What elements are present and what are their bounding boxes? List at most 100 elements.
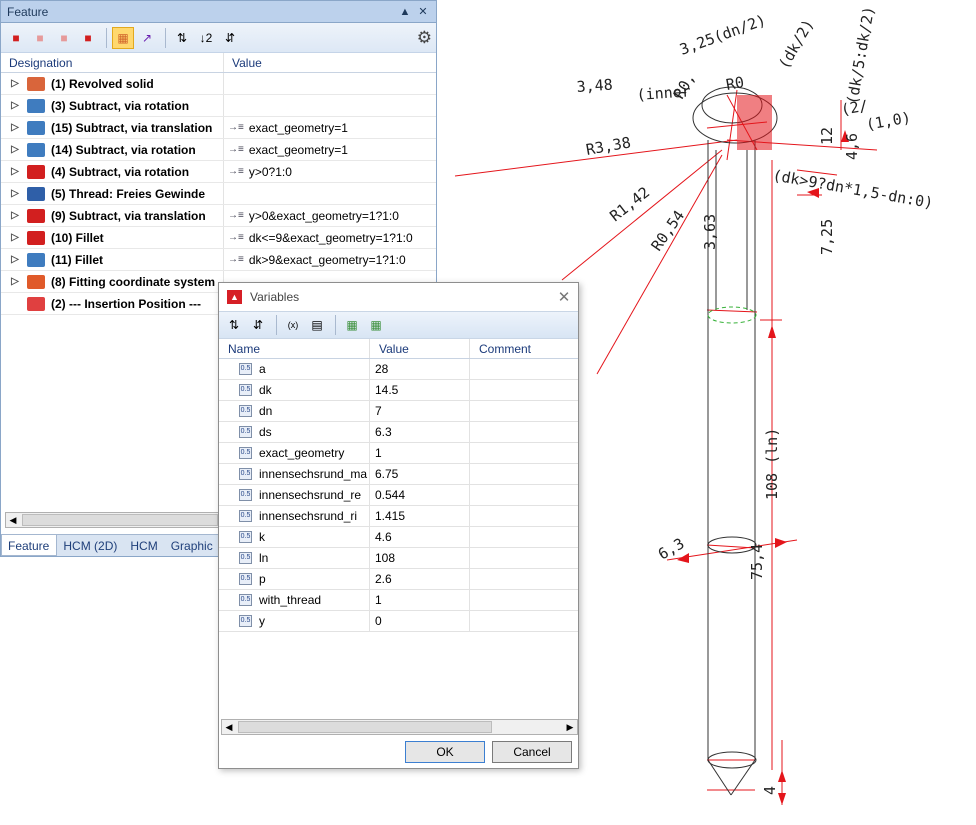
feature-value: exact_geometry=1 [248, 142, 348, 157]
pin-icon[interactable]: ▲ [398, 6, 412, 18]
expand-icon[interactable]: ▷ [7, 78, 23, 89]
formula-icon[interactable]: (x) [282, 314, 304, 336]
variable-value[interactable]: 1.415 [370, 506, 470, 526]
gear-icon[interactable]: ⚙ [417, 28, 432, 48]
close-icon[interactable]: ✕ [550, 288, 578, 306]
feature-row[interactable]: ▷ (4) Subtract, via rotation →≡ y>0?1:0 [1, 161, 436, 183]
expand-icon[interactable]: ▷ [7, 254, 23, 265]
label-dk-condition: (dk>9?dn*1,5-dn:0) [771, 166, 934, 212]
variable-value[interactable]: 28 [370, 359, 470, 379]
value-header[interactable]: Value [370, 339, 470, 358]
close-icon[interactable]: ✕ [416, 5, 430, 18]
feature-row[interactable]: ▷ (9) Subtract, via translation →≡ y>0&exac… [1, 205, 436, 227]
scroll-thumb[interactable] [22, 514, 218, 526]
sort-up-icon[interactable]: ⇅ [171, 27, 193, 49]
feature-row[interactable]: ▷ (15) Subtract, via translation →≡ exact_g… [1, 117, 436, 139]
feature-horizontal-scrollbar[interactable]: ◀ [5, 512, 221, 528]
tab-hcm-2d[interactable]: HCM (2D) [57, 535, 124, 556]
variable-row[interactable]: 0.5 innensechsrund_ma 6.75 [219, 464, 578, 485]
variable-row[interactable]: 0.5 p 2.6 [219, 569, 578, 590]
expand-icon[interactable]: ▷ [7, 144, 23, 155]
feature-label: (15) Subtract, via translation [51, 120, 213, 135]
variable-value[interactable]: 1 [370, 443, 470, 463]
insert-before-icon[interactable]: ■ [53, 27, 75, 49]
variable-row[interactable]: 0.5 with_thread 1 [219, 590, 578, 611]
insert-feature-icon[interactable]: ■ [29, 27, 51, 49]
expand-icon[interactable]: ▷ [7, 276, 23, 287]
tab-hcm[interactable]: HCM [124, 535, 164, 556]
variable-row[interactable]: 0.5 innensechsrund_re 0.544 [219, 485, 578, 506]
comment-header[interactable]: Comment [470, 339, 578, 358]
variable-row[interactable]: 0.5 k 4.6 [219, 527, 578, 548]
variable-value[interactable]: 6.3 [370, 422, 470, 442]
scroll-right-icon[interactable]: ▶ [563, 720, 577, 734]
expand-icon[interactable]: ▷ [7, 122, 23, 133]
variables-horizontal-scrollbar[interactable]: ◀ ▶ [221, 719, 578, 735]
arrow-head [778, 793, 786, 805]
import-icon[interactable]: ▦ [341, 314, 363, 336]
sort-up-icon[interactable]: ⇅ [223, 314, 245, 336]
cancel-button[interactable]: Cancel [492, 741, 572, 763]
variable-value[interactable]: 6.75 [370, 464, 470, 484]
variable-row[interactable]: 0.5 dk 14.5 [219, 380, 578, 401]
value-cell[interactable]: →≡ dk>9&exact_geometry=1?1:0 [224, 253, 436, 267]
variable-value[interactable]: 14.5 [370, 380, 470, 400]
variable-row[interactable]: 0.5 exact_geometry 1 [219, 443, 578, 464]
feature-row[interactable]: ▷ (1) Revolved solid [1, 73, 436, 95]
variable-name: innensechsrund_re [259, 488, 362, 502]
value-cell[interactable]: →≡ dk<=9&exact_geometry=1?1:0 [224, 231, 436, 245]
variable-value[interactable]: 2.6 [370, 569, 470, 589]
variable-value[interactable]: 4.6 [370, 527, 470, 547]
scroll-left-icon[interactable]: ◀ [6, 513, 20, 527]
tab-graphic[interactable]: Graphic [165, 535, 220, 556]
variable-value[interactable]: 0 [370, 611, 470, 631]
variable-row[interactable]: 0.5 a 28 [219, 359, 578, 380]
expand-icon[interactable]: ▷ [7, 166, 23, 177]
value-cell[interactable]: →≡ exact_geometry=1 [224, 121, 436, 135]
variable-value[interactable]: 108 [370, 548, 470, 568]
ok-button[interactable]: OK [405, 741, 485, 763]
expand-icon[interactable]: ▷ [7, 188, 23, 199]
feature-row[interactable]: ▷ (14) Subtract, via rotation →≡ exact_geom… [1, 139, 436, 161]
value-cell[interactable]: →≡ y>0?1:0 [224, 165, 436, 179]
variable-row[interactable]: 0.5 dn 7 [219, 401, 578, 422]
expand-icon[interactable]: ▷ [7, 100, 23, 111]
designation-cell: ▷ (11) Fillet [1, 249, 224, 270]
scroll-left-icon[interactable]: ◀ [222, 720, 236, 734]
expand-icon[interactable]: ▷ [7, 210, 23, 221]
feature-mode-icon[interactable]: ▦ [112, 26, 134, 49]
sort-number-icon[interactable]: ↓2 [195, 27, 217, 49]
feature-row[interactable]: ▷ (10) Fillet →≡ dk<=9&exact_geometry=1?1:0 [1, 227, 436, 249]
jump-to-icon[interactable]: ↗ [136, 27, 158, 49]
value-cell[interactable]: →≡ exact_geometry=1 [224, 143, 436, 157]
add-feature-icon[interactable]: ■ [5, 27, 27, 49]
export-icon[interactable]: ▦ [365, 314, 387, 336]
expand-icon[interactable]: ▷ [7, 232, 23, 243]
value-header[interactable]: Value [224, 53, 262, 72]
variable-value[interactable]: 1 [370, 590, 470, 610]
variable-value[interactable]: 0.544 [370, 485, 470, 505]
designation-header[interactable]: Designation [1, 53, 224, 72]
feature-label: (3) Subtract, via rotation [51, 98, 190, 113]
variable-icon: 0.5 [239, 552, 252, 564]
scroll-thumb[interactable] [238, 721, 492, 733]
feature-row[interactable]: ▷ (3) Subtract, via rotation [1, 95, 436, 117]
feature-row[interactable]: ▷ (5) Thread: Freies Gewinde [1, 183, 436, 205]
variable-name: innensechsrund_ma [259, 467, 368, 481]
variable-row[interactable]: 0.5 innensechsrund_ri 1.415 [219, 506, 578, 527]
feature-row[interactable]: ▷ (11) Fillet →≡ dk>9&exact_geometry=1?1:0 [1, 249, 436, 271]
name-header[interactable]: Name [219, 339, 370, 358]
value-cell[interactable]: →≡ y>0&exact_geometry=1?1:0 [224, 209, 436, 223]
clipboard-icon[interactable]: ▤ [306, 314, 328, 336]
feature-titlebar: Feature ▲ ✕ [1, 1, 436, 23]
variable-row[interactable]: 0.5 ds 6.3 [219, 422, 578, 443]
sort-down-icon[interactable]: ⇵ [247, 314, 269, 336]
tab-feature[interactable]: Feature [1, 535, 58, 556]
sort-down-icon[interactable]: ⇵ [219, 27, 241, 49]
variable-row[interactable]: 0.5 ln 108 [219, 548, 578, 569]
variable-value[interactable]: 7 [370, 401, 470, 421]
variable-icon: 0.5 [239, 489, 252, 501]
feature-value: y>0&exact_geometry=1?1:0 [248, 208, 399, 223]
replace-feature-icon[interactable]: ■ [77, 27, 99, 49]
variable-row[interactable]: 0.5 y 0 [219, 611, 578, 632]
